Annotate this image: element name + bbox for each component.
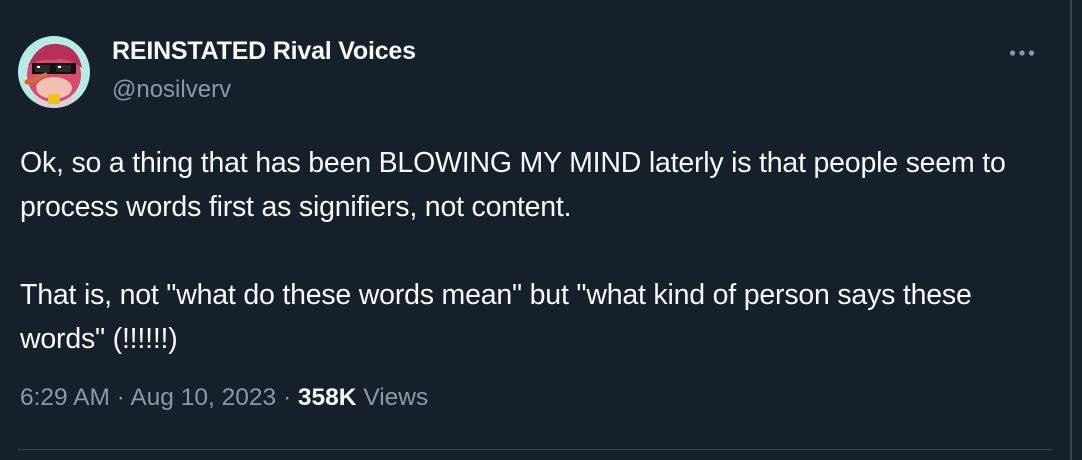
author-display-name[interactable]: REINSTATED Rival Voices: [112, 37, 416, 66]
tweet-text: Ok, so a thing that has been BLOWING MY …: [20, 141, 1040, 361]
tweet-metadata: 6:29 AM · Aug 10, 2023 · 358K Views: [20, 384, 428, 412]
author-handle[interactable]: @nosilverv: [112, 76, 231, 104]
avatar[interactable]: [18, 36, 90, 108]
tweet-date[interactable]: Aug 10, 2023: [130, 384, 276, 411]
more-horizontal-icon: [1009, 50, 1035, 56]
card-border: [1070, 0, 1072, 460]
tweet-paragraph: That is, not "what do these words mean" …: [20, 279, 972, 355]
meta-separator: ·: [282, 384, 292, 411]
tweet-time[interactable]: 6:29 AM: [20, 384, 110, 411]
views-count: 358K: [297, 384, 357, 411]
views-link[interactable]: 358K Views: [298, 384, 428, 411]
tweet-card: REINSTATED Rival Voices @nosilverv Ok, s…: [0, 0, 1070, 460]
avatar-image: [18, 36, 90, 108]
meta-separator: ·: [116, 384, 125, 411]
divider: [18, 449, 1052, 450]
more-options-button[interactable]: [1002, 38, 1042, 68]
views-label: Views: [363, 384, 429, 411]
tweet-paragraph: Ok, so a thing that has been BLOWING MY …: [20, 147, 1006, 223]
